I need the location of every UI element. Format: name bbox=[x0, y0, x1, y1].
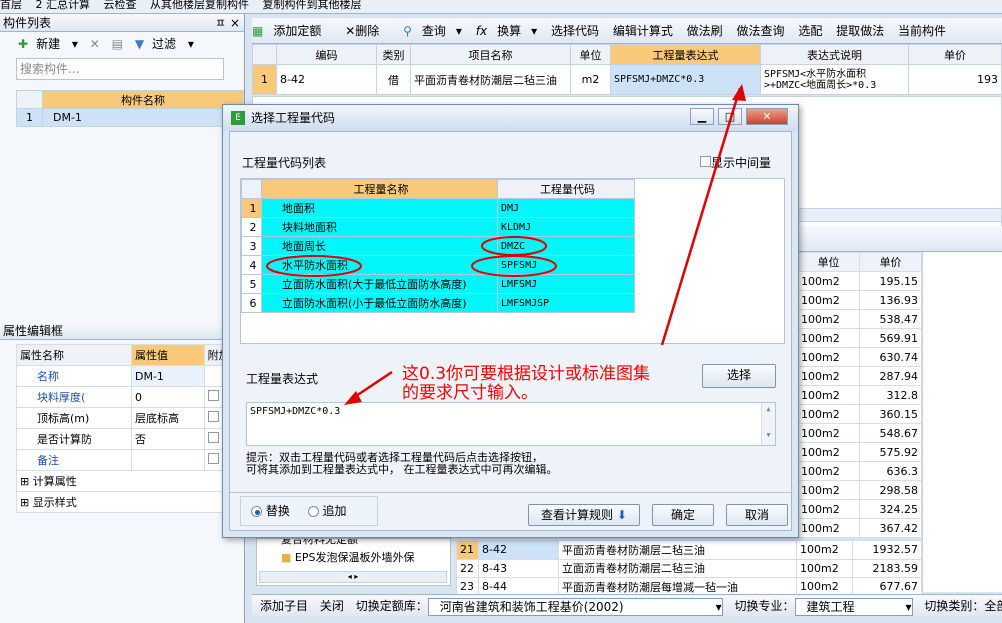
highlight-ellipse-dmzc bbox=[481, 236, 547, 256]
arrow-head-icon bbox=[732, 84, 746, 101]
annotation-arrow-up bbox=[660, 87, 742, 346]
highlight-ellipse-code bbox=[471, 255, 557, 277]
highlight-ellipse-name bbox=[266, 255, 362, 277]
annotation-overlay bbox=[266, 84, 746, 405]
